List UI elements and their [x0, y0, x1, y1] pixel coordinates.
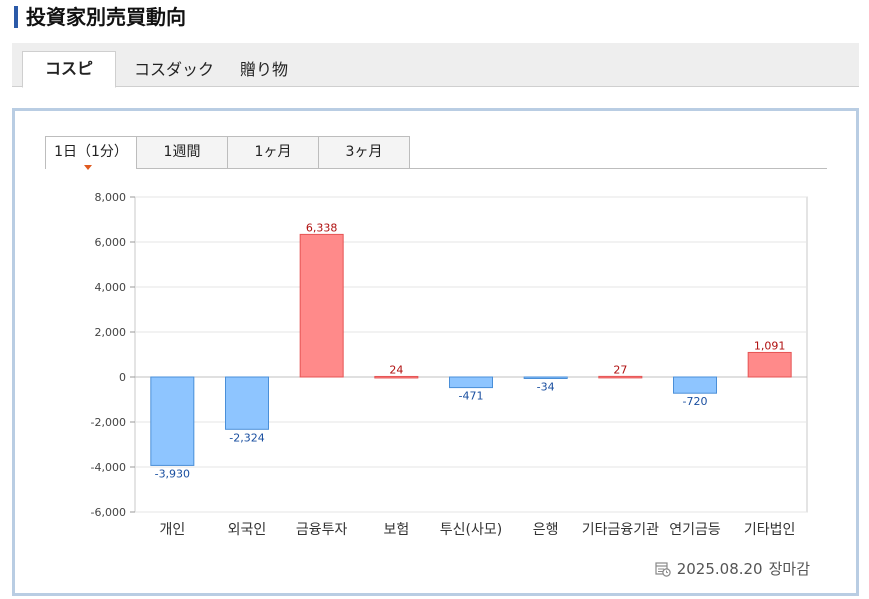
y-tick-label: 8,000 — [95, 191, 127, 204]
x-tick-label: 보험 — [383, 522, 409, 538]
x-tick-label: 개인 — [159, 522, 185, 538]
bar-8 — [747, 351, 792, 378]
data-label: -471 — [459, 390, 484, 403]
tab-kosdaq[interactable]: コスダック — [120, 53, 228, 86]
x-tick-label: 투신(사모) — [440, 522, 502, 538]
x-tick-label: 은행 — [533, 522, 559, 538]
bar-4 — [449, 376, 493, 389]
investor-bar-chart: 8,000 6,000 4,000 2,000 0 -2,000 -4,000 -6,000 -… — [91, 191, 808, 538]
x-tick-label: 기타법인 — [744, 522, 796, 538]
bar-6 — [598, 375, 643, 379]
bar-0 — [150, 376, 195, 466]
tab-kospi[interactable]: コスピ — [22, 51, 116, 88]
calendar-clock-icon — [655, 561, 671, 577]
data-label: 24 — [389, 363, 403, 376]
x-tick-label: 외국인 — [228, 522, 267, 538]
footer-status: 2025.08.20 장마감 — [655, 558, 810, 579]
y-tick-label: -4,000 — [91, 461, 126, 474]
data-label: -3,930 — [155, 467, 190, 480]
x-tick-label: 연기금등 — [669, 522, 721, 538]
plot-area — [134, 196, 808, 513]
y-tick-label: 2,000 — [95, 326, 127, 339]
data-label: -2,324 — [229, 431, 264, 444]
y-tick-label: -2,000 — [91, 416, 126, 429]
x-tick-label: 금융투자 — [296, 522, 348, 538]
page-title: 投資家別売買動向 — [26, 5, 186, 29]
market-tab-bar: コスピ コスダック 贈り物 — [12, 43, 859, 88]
data-label: 6,338 — [306, 221, 338, 234]
y-tick-label: 6,000 — [95, 236, 127, 249]
x-tick-label: 기타금융기관 — [582, 522, 659, 538]
y-tick-label: -6,000 — [91, 506, 126, 519]
bar-7 — [673, 376, 717, 394]
data-label: -34 — [537, 381, 555, 394]
title-accent-bar — [14, 6, 18, 28]
bar-2 — [299, 233, 344, 378]
data-label: 27 — [613, 363, 627, 376]
bar-3 — [374, 375, 419, 379]
data-label: -720 — [683, 395, 708, 408]
y-tick-label: 4,000 — [95, 281, 127, 294]
footer-market-status: 장마감 — [768, 560, 810, 578]
footer-date: 2025.08.20 — [676, 559, 763, 578]
data-label: 1,091 — [754, 339, 786, 352]
tab-futures[interactable]: 贈り物 — [230, 53, 298, 86]
bar-1 — [225, 376, 269, 430]
bar-5 — [523, 376, 568, 379]
chart-panel: 1日（1分） 1週間 1ヶ月 3ヶ月 8,000 6,000 4,000 2,000 0… — [12, 108, 859, 596]
y-tick-label: 0 — [119, 371, 126, 384]
